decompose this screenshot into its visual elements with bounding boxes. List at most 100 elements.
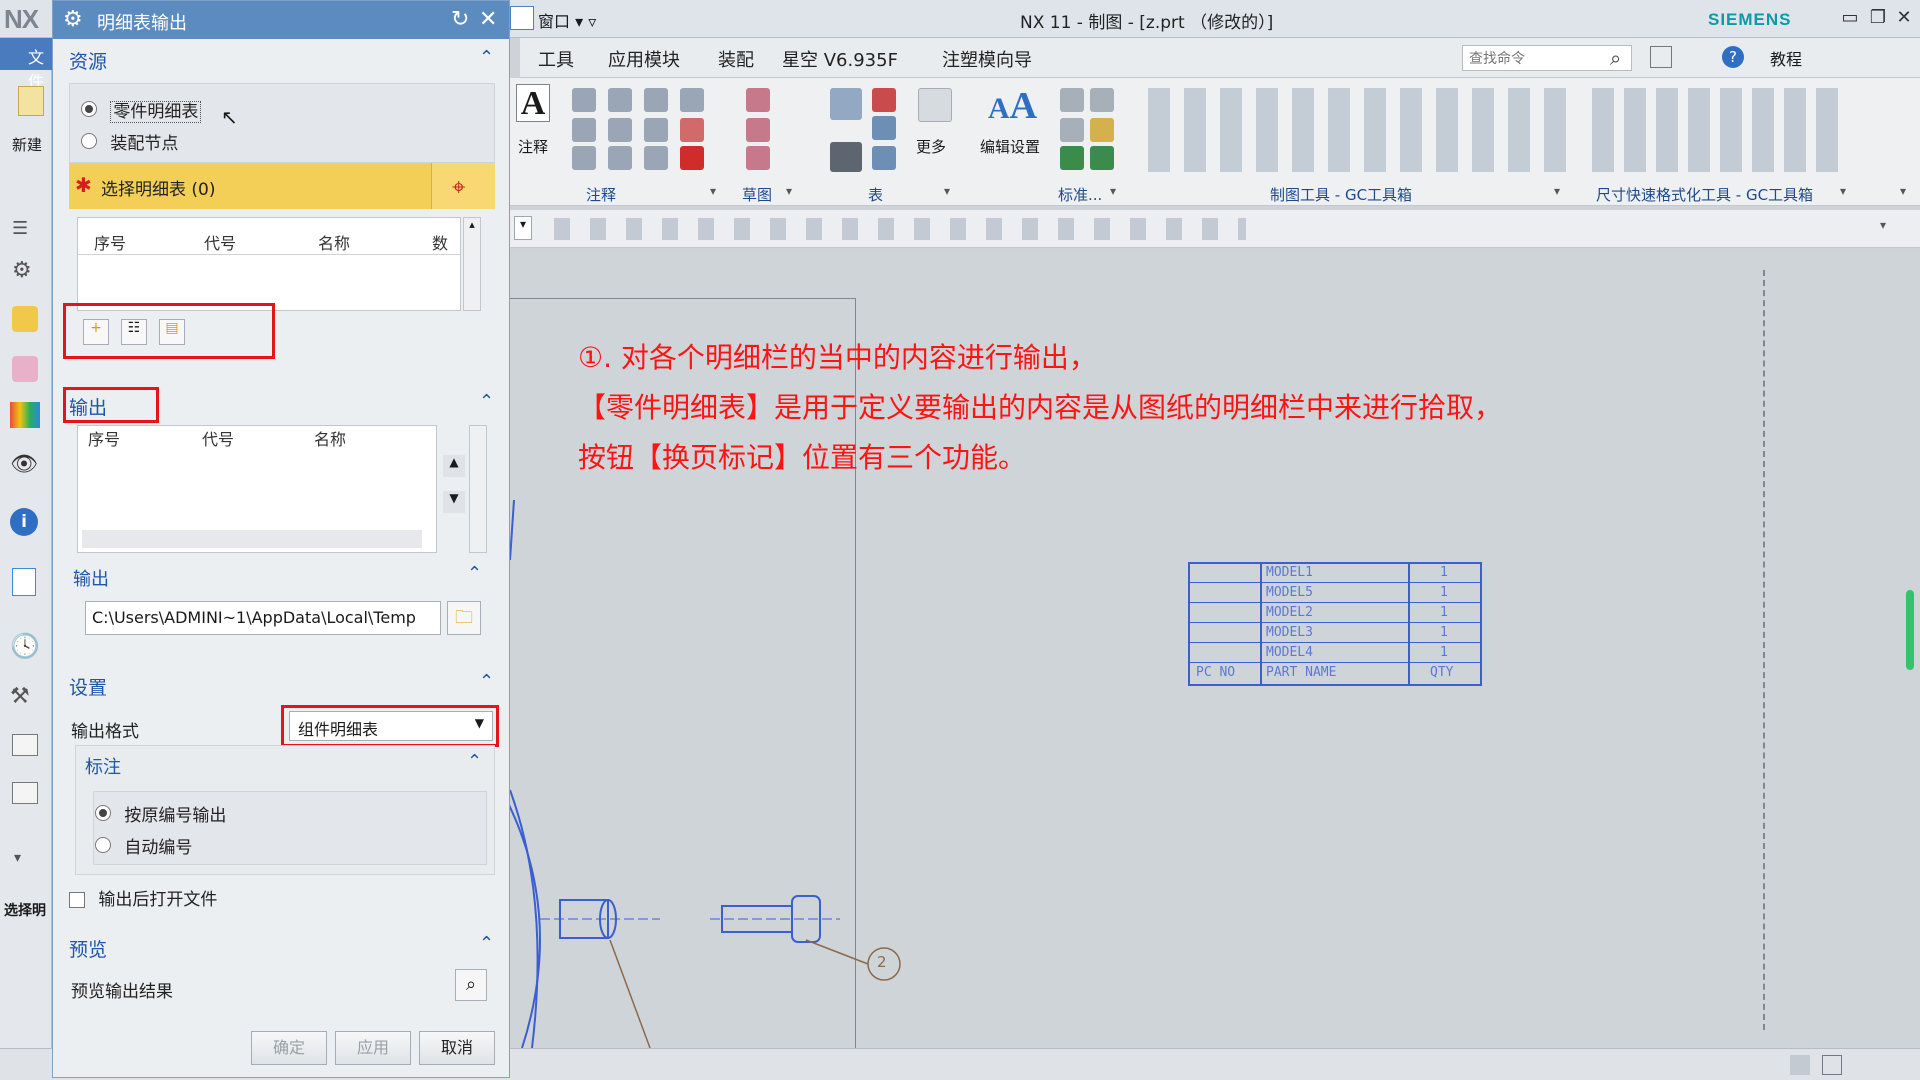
edit-settings-icon[interactable]: AA — [988, 84, 1037, 127]
tool-icon[interactable]: ⚒ — [10, 684, 30, 709]
standard-tool-3-icon[interactable] — [1060, 118, 1084, 142]
table-note-icon[interactable] — [830, 88, 862, 120]
line-icon[interactable] — [746, 146, 770, 170]
hatch-icon[interactable] — [680, 118, 704, 142]
source-table-scrollbar[interactable]: ▴ — [463, 217, 481, 311]
rectangle-icon[interactable] — [746, 118, 770, 142]
window-panel-icon[interactable] — [12, 734, 38, 756]
group-table-dropdown-icon[interactable]: ▾ — [944, 184, 950, 198]
menu-applications[interactable]: 应用模块 — [608, 46, 680, 72]
close-icon[interactable]: ✕ — [479, 7, 497, 32]
target-point-icon[interactable] — [644, 88, 668, 112]
add-row-icon[interactable]: + — [83, 319, 109, 345]
crosshair-select-button[interactable]: ⌖ — [431, 163, 495, 209]
subsection-heading-annotation[interactable]: 标注 — [85, 753, 121, 791]
standard-tool-1-icon[interactable] — [1060, 88, 1084, 112]
radio-part-list[interactable]: 零件明细表 — [81, 97, 202, 123]
menu-assembly[interactable]: 装配 — [718, 46, 754, 72]
ribbon-toggle-icon[interactable] — [1650, 46, 1672, 68]
type-filter-dropdown[interactable]: ▾ — [514, 216, 532, 240]
radio-auto-numbering[interactable]: 自动编号 — [95, 833, 192, 858]
screen-icon[interactable] — [12, 782, 38, 804]
menu-tools[interactable]: 工具 — [538, 46, 574, 72]
list-icon[interactable]: ☷ — [121, 319, 147, 345]
group-standard-dropdown-icon[interactable]: ▾ — [1110, 184, 1116, 198]
zoom-icon[interactable] — [572, 146, 596, 170]
assembly-navigator-icon[interactable] — [12, 306, 38, 332]
gear-icon[interactable]: ⚙ — [12, 258, 32, 283]
tabular-note-icon[interactable] — [830, 142, 862, 172]
reuse-library-icon[interactable] — [10, 402, 40, 428]
image-icon[interactable] — [608, 146, 632, 170]
toolbar-options-icon[interactable]: ▾ — [1880, 218, 1886, 232]
search-icon[interactable]: ⌕ — [1610, 46, 1621, 70]
note-icon[interactable]: A — [516, 84, 550, 122]
page-break-icon[interactable]: ▤ — [159, 319, 185, 345]
standard-tool-2-icon[interactable] — [1090, 88, 1114, 112]
group-sketch-dropdown-icon[interactable]: ▾ — [786, 184, 792, 198]
section-heading-preview[interactable]: 预览 — [69, 935, 107, 973]
chevron-up-icon[interactable]: ⌃ — [479, 671, 494, 692]
chevron-up-icon[interactable]: ⌃ — [479, 391, 494, 412]
move-up-icon[interactable]: ▲ — [443, 455, 465, 477]
menu-mold-wizard[interactable]: 注塑模向导 — [942, 46, 1032, 72]
intersection-icon[interactable] — [644, 118, 668, 142]
chevron-up-icon[interactable]: ⌃ — [467, 563, 482, 584]
document-icon[interactable] — [12, 568, 36, 596]
cancel-button[interactable]: 取消 — [419, 1031, 495, 1065]
group-gc-drafting-dropdown-icon[interactable]: ▾ — [1554, 184, 1560, 198]
browse-folder-icon[interactable]: 🗀 — [447, 601, 481, 635]
move-down-icon[interactable]: ▼ — [443, 491, 465, 513]
section-heading-settings[interactable]: 设置 — [69, 673, 107, 711]
group-annotation-dropdown-icon[interactable]: ▾ — [710, 184, 716, 198]
group-gc-dimension-dropdown-icon[interactable]: ▾ — [1840, 184, 1846, 198]
apply-button[interactable]: 应用 — [335, 1031, 411, 1065]
close-window-icon[interactable]: ✕ — [1892, 6, 1916, 30]
help-icon[interactable]: ? — [1722, 46, 1744, 68]
file-tab[interactable]: 文件 — [0, 38, 52, 91]
standard-tool-4-icon[interactable] — [1090, 118, 1114, 142]
command-search-input[interactable] — [1462, 45, 1632, 71]
auto-balloon-icon[interactable] — [872, 146, 896, 170]
status-icon-2[interactable] — [1822, 1055, 1842, 1075]
edit-settings-label[interactable]: 编辑设置 — [980, 136, 1040, 157]
standard-tool-6-icon[interactable] — [1090, 146, 1114, 170]
chevron-down-icon[interactable]: ▾ — [14, 850, 21, 866]
output-table[interactable]: 序号 代号 名称 — [77, 425, 437, 553]
open-after-export-checkbox[interactable]: 输出后打开文件 — [69, 885, 217, 910]
vertical-scroll-thumb[interactable] — [1906, 590, 1914, 670]
source-table[interactable]: 序号 代号 名称 数 — [77, 217, 461, 311]
chevron-up-icon[interactable]: ⌃ — [479, 47, 494, 68]
balloon-icon[interactable] — [872, 88, 896, 112]
radio-keep-numbering[interactable]: 按原编号输出 — [95, 801, 226, 826]
more-icon[interactable] — [918, 88, 952, 122]
feature-frame-icon[interactable] — [572, 88, 596, 112]
parts-list-icon[interactable] — [872, 116, 896, 140]
output-table-scrollbar[interactable] — [469, 425, 487, 553]
output-format-select[interactable]: 组件明细表 ▼ — [289, 711, 493, 741]
more-button-label[interactable]: 更多 — [916, 136, 946, 157]
select-parts-list-row[interactable]: ✱ 选择明细表 (0) ⌖ — [69, 163, 495, 209]
stamp-icon[interactable] — [680, 146, 704, 170]
parts-list-table[interactable]: MODEL1 1 MODEL5 1 MODEL2 1 MODEL3 1 MODE… — [1188, 562, 1482, 686]
eye-icon[interactable]: 👁 — [10, 452, 38, 477]
preview-search-icon[interactable]: ⌕ — [455, 969, 487, 1001]
window-menu[interactable]: 窗口 ▾ ▿ — [538, 8, 596, 32]
note-button-label[interactable]: 注释 — [518, 136, 548, 157]
weld-icon[interactable] — [572, 118, 596, 142]
history-clock-icon[interactable]: 🕓 — [10, 632, 40, 660]
surface-finish-icon[interactable] — [608, 118, 632, 142]
datum-icon[interactable] — [608, 88, 632, 112]
restore-icon[interactable]: ❐ — [1866, 6, 1890, 30]
output-horizontal-scrollbar[interactable] — [82, 530, 422, 548]
gc-drafting-tools-icons[interactable] — [1140, 88, 1570, 172]
layer-icon[interactable]: ☰ — [12, 218, 28, 239]
status-icon-1[interactable] — [1790, 1055, 1810, 1075]
part-navigator-icon[interactable] — [12, 356, 38, 382]
subsection-heading-output[interactable]: 输出 — [73, 565, 109, 603]
minimize-icon[interactable]: ▭ — [1838, 6, 1862, 30]
new-icon[interactable] — [18, 86, 44, 116]
radio-assembly-node[interactable]: 装配节点 — [81, 129, 178, 154]
info-icon[interactable]: i — [10, 508, 38, 536]
section-heading-source[interactable]: 资源 — [69, 47, 107, 85]
